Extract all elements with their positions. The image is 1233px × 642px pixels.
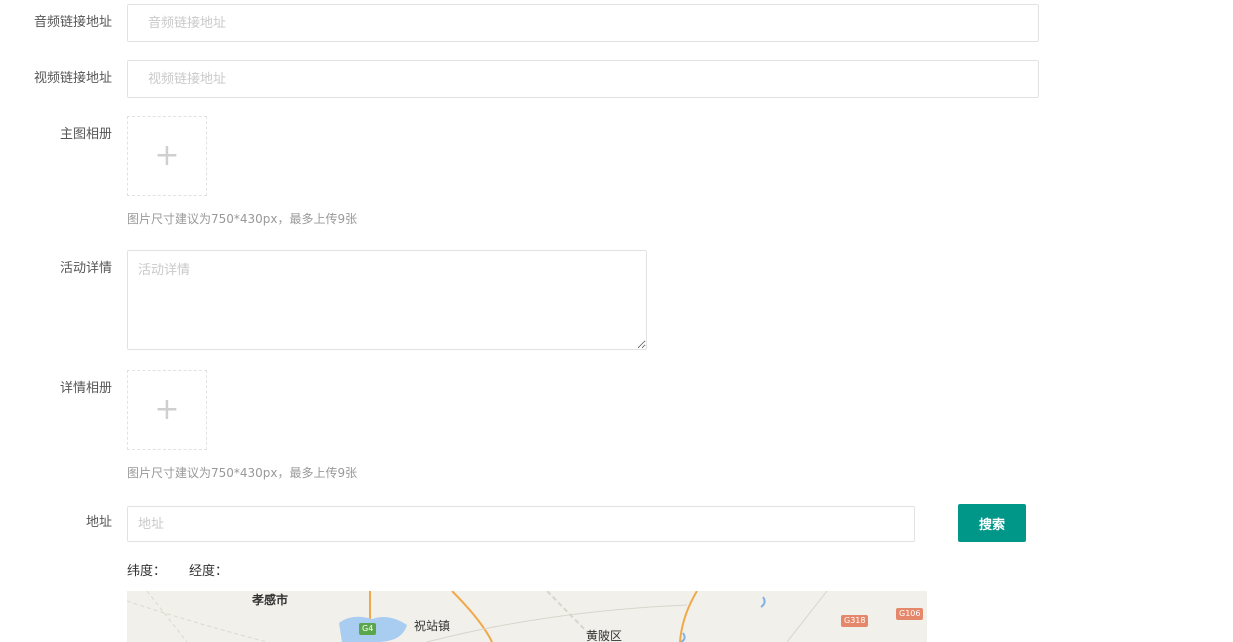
longitude-label: 经度： xyxy=(189,564,229,579)
detail-album-label: 详情相册 xyxy=(59,381,112,396)
search-button[interactable]: 搜索 xyxy=(958,504,1026,542)
activity-detail-textarea[interactable] xyxy=(127,250,647,350)
activity-form: 音频链接地址 视频链接地址 主图相册 + 图片尺寸建议为750*430px，最多… xyxy=(0,0,1233,642)
audio-url-label: 音频链接地址 xyxy=(33,15,112,30)
address-label: 地址 xyxy=(85,515,112,530)
map-view[interactable]: 孝感市 祝站镇 黄陂区 G4 G318 G106 xyxy=(127,591,927,642)
activity-detail-label: 活动详情 xyxy=(59,261,112,276)
main-album-hint: 图片尺寸建议为750*430px，最多上传9张 xyxy=(127,212,358,226)
road-badge: G318 xyxy=(841,615,869,627)
main-album-label: 主图相册 xyxy=(59,127,112,142)
map-place-label: 孝感市 xyxy=(252,593,289,607)
address-input[interactable] xyxy=(127,506,915,542)
map-place-label: 黄陂区 xyxy=(586,629,623,642)
road-badge: G106 xyxy=(896,608,924,620)
main-album-upload-button[interactable]: + xyxy=(127,116,207,196)
plus-icon: + xyxy=(154,392,180,427)
latitude-label: 纬度： xyxy=(127,564,167,579)
map-roads xyxy=(127,591,828,642)
map-place-label: 祝站镇 xyxy=(414,619,451,633)
detail-album-hint: 图片尺寸建议为750*430px，最多上传9张 xyxy=(127,466,358,480)
detail-album-upload-button[interactable]: + xyxy=(127,370,207,450)
plus-icon: + xyxy=(154,138,180,173)
road-badge: G4 xyxy=(359,623,377,635)
video-url-label: 视频链接地址 xyxy=(33,71,112,86)
video-url-input[interactable] xyxy=(127,60,1039,98)
audio-url-input[interactable] xyxy=(127,4,1039,42)
